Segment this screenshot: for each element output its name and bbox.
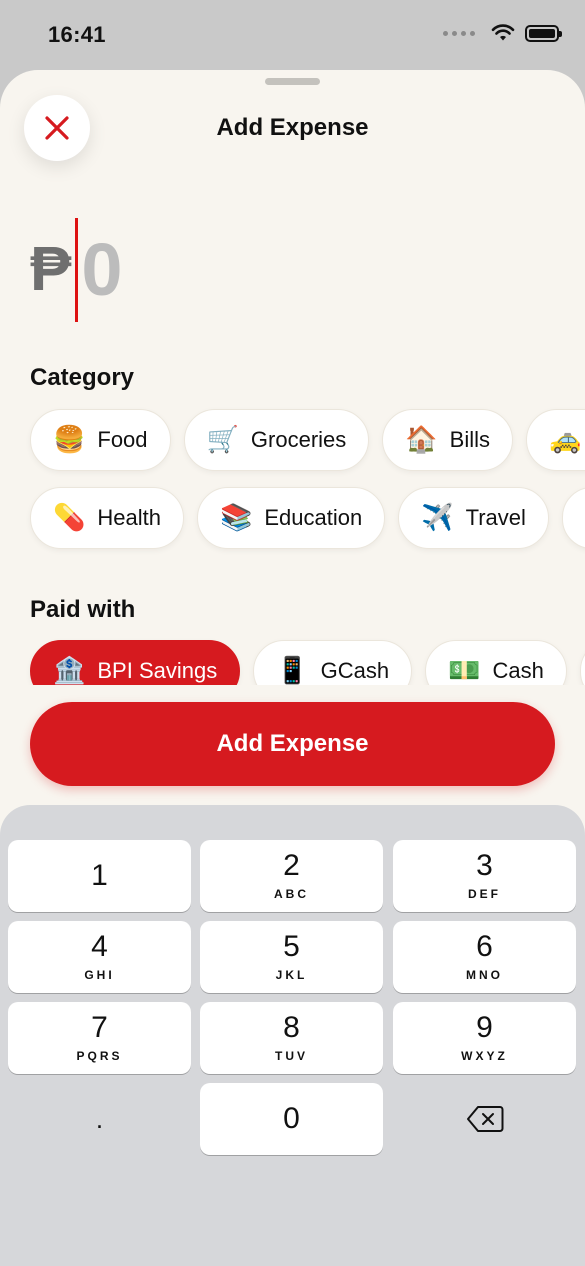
- chip-label: Groceries: [250, 427, 347, 452]
- category-chip-transport[interactable]: 🚕: [525, 409, 585, 471]
- key-letters: TUV: [275, 1049, 308, 1063]
- category-chip-food[interactable]: 🍔 Food: [30, 409, 171, 471]
- category-chip-health[interactable]: 💊 Health: [30, 487, 184, 549]
- category-label: Category: [30, 364, 135, 391]
- add-expense-sheet: Add Expense ₱ 0 Category 🍔 Food 🛒 Grocer…: [0, 70, 585, 1266]
- cash-icon: 💵: [448, 656, 481, 685]
- key-digit: 6: [476, 930, 493, 963]
- key-digit: 9: [476, 1011, 493, 1044]
- key-letters: MNO: [466, 968, 503, 982]
- cart-icon: 🛒: [206, 425, 239, 455]
- key-digit: 8: [283, 1011, 300, 1044]
- burger-icon: 🍔: [53, 425, 86, 455]
- key-letters: DEF: [468, 887, 501, 901]
- key-digit: .: [95, 1104, 104, 1134]
- key-digit: 2: [283, 849, 300, 882]
- status-time: 16:41: [48, 22, 106, 47]
- payment-methods-row: 🏦 BPI Savings 📱 GCash 💵 Cash: [30, 640, 585, 685]
- house-icon: 🏠: [405, 425, 438, 455]
- key-letters: WXYZ: [461, 1049, 508, 1063]
- chip-label: Health: [97, 505, 161, 530]
- key-7[interactable]: 7 PQRS: [8, 1002, 191, 1074]
- backspace-icon: [466, 1106, 503, 1132]
- text-caret: [75, 218, 79, 322]
- category-chip-bills[interactable]: 🏠 Bills: [382, 409, 513, 471]
- amount-value: 0: [81, 228, 123, 311]
- key-digit: 7: [91, 1011, 108, 1044]
- chip-label: Education: [264, 505, 363, 530]
- category-chip-groceries[interactable]: 🛒 Groceries: [183, 409, 370, 471]
- signal-icon: [443, 30, 475, 36]
- phone-icon: 📱: [276, 656, 309, 685]
- key-0[interactable]: 0: [200, 1083, 383, 1155]
- chip-label: Food: [97, 427, 148, 452]
- page-title: Add Expense: [216, 114, 369, 141]
- key-6[interactable]: 6 MNO: [393, 921, 576, 993]
- key-1[interactable]: 1: [8, 840, 191, 912]
- pill-icon: 💊: [53, 503, 86, 533]
- status-bar: 16:41: [0, 0, 585, 70]
- chip-label: Bills: [449, 427, 490, 452]
- key-digit: 3: [476, 849, 493, 882]
- payment-chip-gcash[interactable]: 📱 GCash: [253, 640, 413, 685]
- backspace-key[interactable]: [393, 1083, 576, 1155]
- amount-input[interactable]: ₱ 0: [30, 218, 123, 322]
- key-5[interactable]: 5 JKL: [200, 921, 383, 993]
- chip-label: BPI Savings: [97, 658, 218, 683]
- sheet-grabber[interactable]: [265, 78, 320, 85]
- category-chip-more[interactable]: [561, 487, 585, 549]
- category-chip-education[interactable]: 📚 Education: [196, 487, 386, 549]
- wifi-icon: [491, 24, 515, 41]
- taxi-icon: 🚕: [548, 425, 582, 455]
- key-letters: GHI: [84, 968, 115, 982]
- key-9[interactable]: 9 WXYZ: [393, 1002, 576, 1074]
- payment-chip-cash[interactable]: 💵 Cash: [425, 640, 567, 685]
- key-letters: ABC: [274, 887, 309, 901]
- key-8[interactable]: 8 TUV: [200, 1002, 383, 1074]
- key-2[interactable]: 2 ABC: [200, 840, 383, 912]
- key-decimal[interactable]: .: [8, 1083, 191, 1155]
- payment-methods-scroller: 🏦 BPI Savings 📱 GCash 💵 Cash: [0, 638, 585, 685]
- key-digit: 4: [91, 930, 108, 963]
- airplane-icon: ✈️: [421, 503, 454, 533]
- payment-chip-bpi-savings[interactable]: 🏦 BPI Savings: [30, 640, 241, 685]
- books-icon: 📚: [219, 503, 253, 533]
- chip-label: Cash: [492, 658, 544, 683]
- key-digit: 5: [283, 930, 300, 963]
- key-letters: JKL: [275, 968, 308, 982]
- key-4[interactable]: 4 GHI: [8, 921, 191, 993]
- chip-label: Travel: [465, 505, 526, 530]
- payment-chip-more[interactable]: [579, 640, 585, 685]
- paid-with-label: Paid with: [30, 596, 136, 623]
- numeric-keypad: 1 2 ABC 3 DEF 4 GHI 5 JKL 6 MNO 7 PQRS 8…: [0, 805, 585, 1266]
- key-digit: 1: [91, 859, 108, 892]
- key-3[interactable]: 3 DEF: [393, 840, 576, 912]
- category-row-1: 🍔 Food 🛒 Groceries 🏠 Bills 🚕: [30, 409, 585, 471]
- category-row-2: 💊 Health 📚 Education ✈️ Travel: [30, 487, 585, 549]
- key-digit: 0: [283, 1102, 300, 1135]
- bank-icon: 🏦: [53, 656, 86, 685]
- status-icons: [443, 24, 562, 42]
- category-chip-travel[interactable]: ✈️ Travel: [398, 487, 549, 549]
- battery-icon: [525, 24, 562, 42]
- currency-symbol: ₱: [30, 235, 72, 304]
- chip-label: GCash: [320, 658, 390, 683]
- add-expense-button[interactable]: Add Expense: [30, 702, 555, 786]
- key-letters: PQRS: [76, 1049, 123, 1063]
